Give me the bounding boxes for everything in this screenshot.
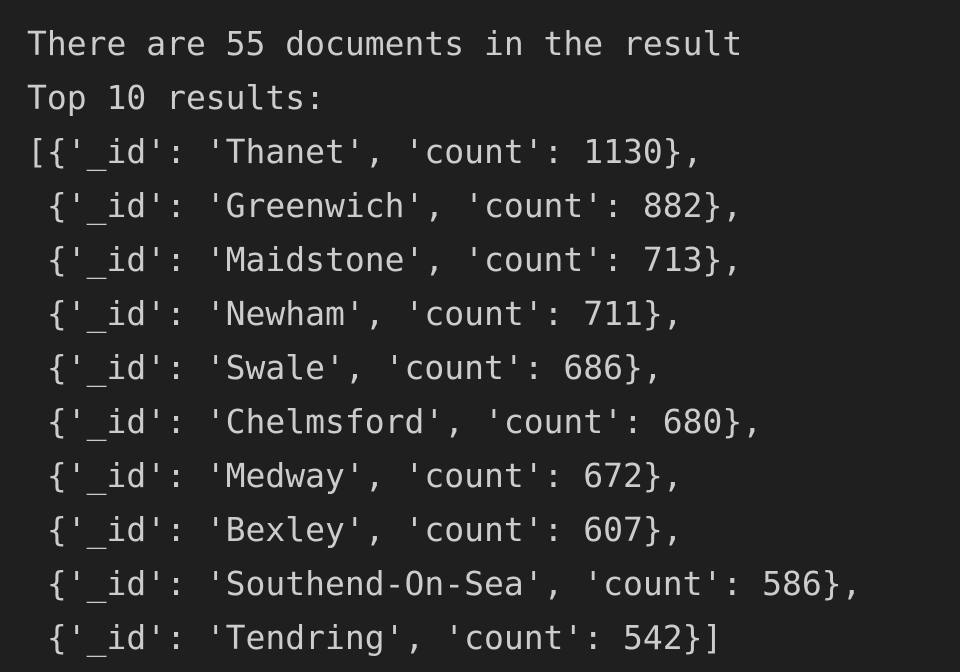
top-results-line: Top 10 results:	[27, 78, 326, 117]
result-line: {'_id': 'Newham', 'count': 711},	[27, 294, 683, 333]
result-line: {'_id': 'Southend-On-Sea', 'count': 586}…	[27, 564, 862, 603]
result-line: {'_id': 'Bexley', 'count': 607},	[27, 510, 683, 549]
result-line: {'_id': 'Swale', 'count': 686},	[27, 348, 663, 387]
result-line: {'_id': 'Medway', 'count': 672},	[27, 456, 683, 495]
result-line: {'_id': 'Greenwich', 'count': 882},	[27, 186, 743, 225]
result-line: [{'_id': 'Thanet', 'count': 1130},	[27, 132, 703, 171]
cell-output: There are 55 documents in the result Top…	[0, 0, 960, 672]
result-line: {'_id': 'Chelmsford', 'count': 680},	[27, 402, 763, 441]
result-line: {'_id': 'Tendring', 'count': 542}]	[27, 618, 723, 657]
summary-line: There are 55 documents in the result	[27, 24, 743, 63]
result-line: {'_id': 'Maidstone', 'count': 713},	[27, 240, 743, 279]
